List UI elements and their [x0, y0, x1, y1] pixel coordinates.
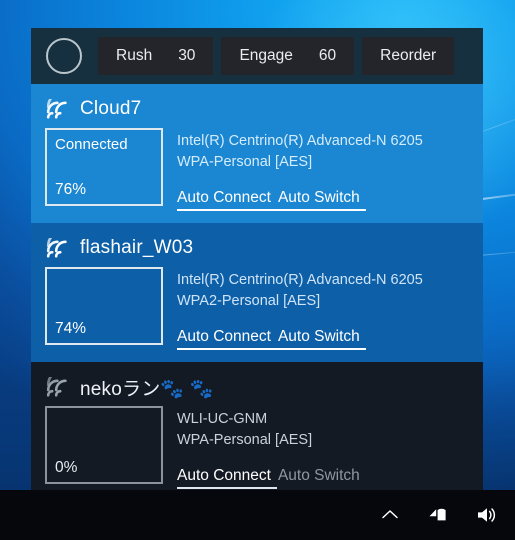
network-row-header: nekoラン🐾 🐾	[31, 372, 483, 406]
security-type: WPA2-Personal [AES]	[177, 293, 321, 309]
scanning-ring-icon[interactable]	[46, 38, 82, 74]
auto-options-underline	[177, 487, 277, 489]
network-row-header: flashair_W03	[31, 233, 483, 267]
network-row[interactable]: nekoラン🐾 🐾 0% WLI-UC-GNM WPA-Personal [AE…	[31, 362, 483, 490]
engage-label: Engage	[239, 47, 293, 64]
auto-options-underline	[177, 209, 366, 211]
signal-gauge: Connected 76%	[45, 128, 163, 206]
connection-status: Connected	[55, 136, 128, 153]
network-flyout-panel: Rush 30 Engage 60 Reorder Cloud7 Connect…	[31, 28, 483, 490]
adapter-name: WLI-UC-GNM	[177, 411, 268, 427]
network-row-header: Cloud7	[31, 94, 483, 128]
adapter-name: Intel(R) Centrino(R) Advanced-N 6205	[177, 272, 423, 288]
network-row[interactable]: flashair_W03 74% Intel(R) Centrino(R) Ad…	[31, 223, 483, 362]
signal-percent: 0%	[55, 459, 78, 476]
wifi-signal-icon	[46, 238, 67, 258]
network-row-body: Connected 76% Intel(R) Centrino(R) Advan…	[31, 128, 483, 211]
auto-options-row: Auto Connect Auto Switch	[177, 467, 360, 489]
network-row-body: 0% WLI-UC-GNM WPA-Personal [AES] Auto Co…	[31, 406, 483, 489]
auto-switch-link[interactable]: Auto Switch	[278, 189, 360, 211]
engage-button[interactable]: Engage 60	[221, 37, 355, 75]
network-details: Intel(R) Centrino(R) Advanced-N 6205 WPA…	[177, 128, 423, 211]
network-details: WLI-UC-GNM WPA-Personal [AES] Auto Conne…	[177, 406, 360, 489]
auto-options-row: Auto Connect Auto Switch	[177, 328, 423, 350]
reorder-button[interactable]: Reorder	[362, 37, 455, 75]
engage-value: 60	[318, 47, 337, 64]
signal-percent: 74%	[55, 320, 87, 337]
wifi-signal-icon	[46, 377, 67, 397]
auto-switch-link[interactable]: Auto Switch	[278, 467, 360, 489]
security-type: WPA-Personal [AES]	[177, 154, 313, 170]
network-ssid: Cloud7	[80, 98, 142, 119]
adapter-name: Intel(R) Centrino(R) Advanced-N 6205	[177, 133, 423, 149]
signal-gauge: 74%	[45, 267, 163, 345]
network-ssid: flashair_W03	[80, 237, 194, 258]
network-ssid: nekoラン🐾 🐾	[80, 378, 214, 400]
flyout-toolbar: Rush 30 Engage 60 Reorder	[31, 28, 483, 84]
auto-connect-link[interactable]: Auto Connect	[177, 328, 271, 350]
auto-options-underline	[177, 348, 366, 350]
rush-label: Rush	[116, 47, 153, 64]
auto-connect-link[interactable]: Auto Connect	[177, 467, 271, 489]
network-row-body: 74% Intel(R) Centrino(R) Advanced-N 6205…	[31, 267, 483, 350]
auto-options-row: Auto Connect Auto Switch	[177, 189, 423, 211]
reorder-label: Reorder	[380, 47, 437, 64]
network-row[interactable]: Cloud7 Connected 76% Intel(R) Centrino(R…	[31, 84, 483, 223]
auto-connect-link[interactable]: Auto Connect	[177, 189, 271, 211]
network-icon[interactable]	[427, 504, 449, 526]
volume-icon[interactable]	[475, 504, 499, 526]
security-type: WPA-Personal [AES]	[177, 432, 313, 448]
signal-gauge: 0%	[45, 406, 163, 484]
rush-value: 30	[178, 47, 196, 64]
wifi-signal-icon	[46, 99, 67, 119]
signal-percent: 76%	[55, 181, 87, 198]
network-details: Intel(R) Centrino(R) Advanced-N 6205 WPA…	[177, 267, 423, 350]
auto-switch-link[interactable]: Auto Switch	[278, 328, 360, 350]
rush-button[interactable]: Rush 30	[98, 37, 214, 75]
windows-taskbar	[0, 490, 515, 540]
show-hidden-icons-chevron-icon[interactable]	[379, 504, 401, 526]
